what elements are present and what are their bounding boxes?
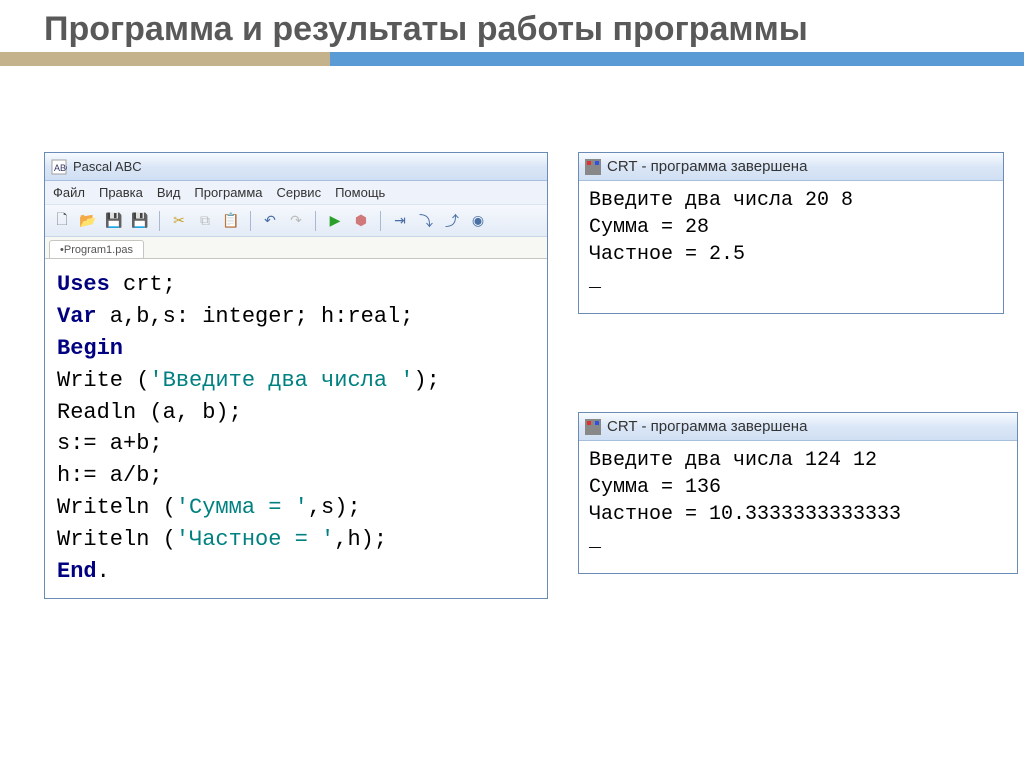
window-title: Pascal ABC [73, 159, 142, 174]
copy-icon[interactable]: ⧉ [194, 210, 216, 232]
breakpoint-icon[interactable]: ◉ [467, 210, 489, 232]
crt-titlebar: CRT - программа завершена [579, 413, 1017, 441]
cut-icon[interactable]: ✂ [168, 210, 190, 232]
menu-view[interactable]: Вид [157, 185, 181, 200]
keyword-var: Var [57, 304, 97, 329]
keyword-end: End [57, 559, 97, 584]
crt-title-text: CRT - программа завершена [607, 158, 807, 175]
crt-title-text: CRT - программа завершена [607, 418, 807, 435]
crt-output-text: Введите два числа 20 8 Сумма = 28 Частно… [579, 181, 1003, 313]
menu-file[interactable]: Файл [53, 185, 85, 200]
step-into-icon[interactable]: ⤵ [415, 210, 437, 232]
app-icon: ABC [51, 159, 67, 175]
menu-bar: Файл Правка Вид Программа Сервис Помощь [45, 181, 547, 205]
code-editor[interactable]: Uses crt; Var a,b,s: integer; h:real; Be… [45, 259, 547, 598]
undo-icon[interactable]: ↶ [259, 210, 281, 232]
crt-icon [585, 419, 601, 435]
keyword-uses: Uses [57, 272, 110, 297]
pascal-abc-window: ABC Pascal ABC Файл Правка Вид Программа… [44, 152, 548, 599]
menu-help[interactable]: Помощь [335, 185, 385, 200]
paste-icon[interactable]: 📋 [220, 210, 242, 232]
keyword-begin: Begin [57, 336, 123, 361]
open-file-icon[interactable]: 📂 [77, 210, 99, 232]
run-icon[interactable]: ▶ [324, 210, 346, 232]
step-icon[interactable]: ⇥ [389, 210, 411, 232]
save-icon[interactable]: 💾 [103, 210, 125, 232]
tab-bar: •Program1.pas [45, 237, 547, 259]
crt-output-text: Введите два числа 124 12 Сумма = 136 Час… [579, 441, 1017, 573]
menu-edit[interactable]: Правка [99, 185, 143, 200]
slide-title: Программа и результаты работы программы [44, 10, 808, 49]
window-titlebar: ABC Pascal ABC [45, 153, 547, 181]
svg-text:ABC: ABC [54, 163, 67, 173]
file-tab[interactable]: •Program1.pas [49, 240, 144, 258]
crt-titlebar: CRT - программа завершена [579, 153, 1003, 181]
save-all-icon[interactable]: 💾 [129, 210, 151, 232]
step-over-icon[interactable]: ⤴ [441, 210, 463, 232]
menu-service[interactable]: Сервис [277, 185, 322, 200]
toolbar: 🗋 📂 💾 💾 ✂ ⧉ 📋 ↶ ↷ ▶ ⬢ ⇥ ⤵ ⤴ ◉ [45, 205, 547, 237]
redo-icon[interactable]: ↷ [285, 210, 307, 232]
new-file-icon[interactable]: 🗋 [51, 210, 73, 232]
crt-output-window-2: CRT - программа завершена Введите два чи… [578, 412, 1018, 574]
crt-output-window-1: CRT - программа завершена Введите два чи… [578, 152, 1004, 314]
crt-icon [585, 159, 601, 175]
menu-program[interactable]: Программа [194, 185, 262, 200]
stop-icon[interactable]: ⬢ [350, 210, 372, 232]
